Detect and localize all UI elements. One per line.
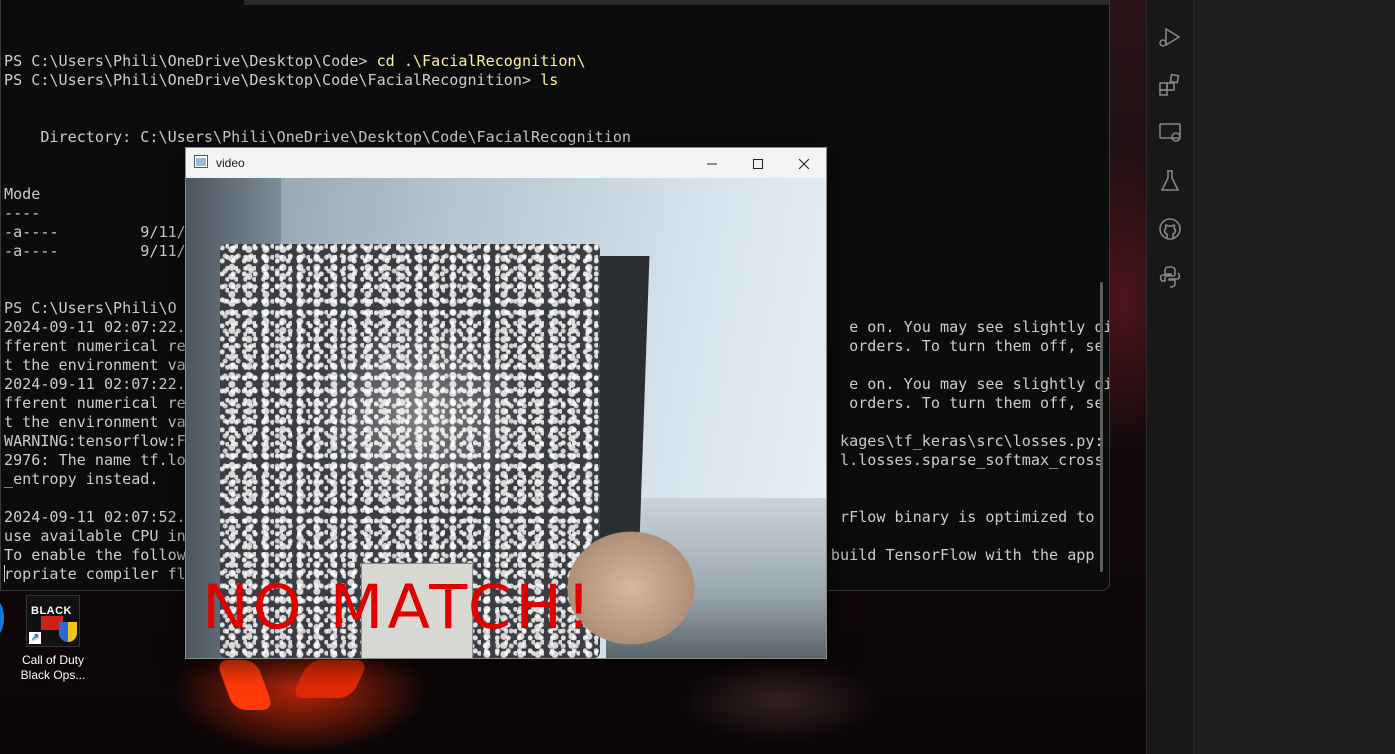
- shortcut-arrow-icon: ↗: [29, 632, 41, 644]
- close-icon: [798, 158, 810, 170]
- terminal-line: PS C:\Users\Phili\OneDrive\Desktop\Code>…: [4, 52, 1109, 71]
- uac-shield-icon: [59, 622, 77, 642]
- testing-icon[interactable]: [1157, 168, 1183, 194]
- close-button[interactable]: [780, 148, 826, 178]
- run-debug-icon[interactable]: [1157, 24, 1183, 50]
- webcam-frame: NO MATCH!: [186, 178, 826, 658]
- python-icon[interactable]: [1157, 264, 1183, 290]
- terminal-command: cd .\FacialRecognition\: [376, 52, 586, 70]
- maximize-button[interactable]: [734, 148, 780, 178]
- desktop-icon-label: Call of Duty: [21, 653, 85, 667]
- maximize-icon: [753, 159, 763, 169]
- prompt: PS C:\Users\Phili\OneDrive\Desktop\Code>: [4, 52, 377, 70]
- video-window[interactable]: video NO MATCH!: [185, 147, 827, 659]
- window-title: video: [216, 156, 245, 170]
- extensions-icon[interactable]: [1157, 72, 1183, 98]
- terminal-cursor: [4, 565, 5, 582]
- desktop-icon-call-of-duty[interactable]: BLACK ↗ Call of Duty Black Ops...: [17, 595, 89, 683]
- prompt: PS C:\Users\Phili\OneDrive\Desktop\Code\…: [4, 71, 541, 89]
- match-result-text: NO MATCH!: [202, 572, 596, 643]
- github-icon[interactable]: [1157, 216, 1183, 242]
- remote-explorer-icon[interactable]: [1157, 120, 1183, 146]
- minimize-icon: [707, 163, 717, 165]
- window-titlebar[interactable]: video: [186, 148, 826, 178]
- window-app-icon: [194, 155, 208, 168]
- wallpaper-streak: [215, 660, 275, 710]
- minimize-button[interactable]: [688, 148, 734, 178]
- terminal-command: ls: [540, 71, 559, 89]
- terminal-tab-strip: [244, 0, 1109, 5]
- wallpaper-streak: [291, 660, 369, 698]
- activity-bar: [1147, 0, 1194, 754]
- terminal-line: PS C:\Users\Phili\OneDrive\Desktop\Code\…: [4, 71, 1109, 90]
- black-ops-logo-icon: BLACK ↗: [26, 595, 80, 647]
- terminal-line: Directory: C:\Users\Phili\OneDrive\Deskt…: [4, 128, 632, 146]
- editor-side-panel: [1146, 0, 1395, 754]
- desktop-icon-label: Black Ops...: [20, 668, 86, 682]
- terminal-scrollbar[interactable]: [1100, 282, 1103, 572]
